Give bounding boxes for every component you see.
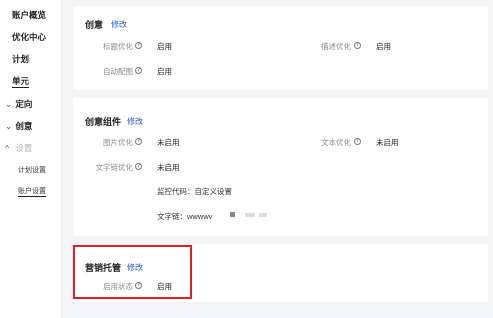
sidebar-item-account-overview[interactable]: 账户概览 (12, 9, 74, 21)
sidebar-item-label: 设置 (15, 143, 33, 153)
text-link-value: 文字链：wwwwv (157, 212, 213, 221)
sidebar-item-plan[interactable]: 计划 (12, 53, 74, 65)
help-icon[interactable]: ? (135, 163, 142, 170)
help-icon[interactable]: ? (354, 42, 361, 49)
chevron-up-icon: ^ (5, 143, 9, 153)
sidebar-item-settings[interactable]: ^ 设置 (5, 142, 67, 154)
field-label: 标题优化 (103, 42, 133, 51)
highlight-annotation-box (73, 245, 192, 299)
sidebar-item-creative[interactable]: ⌄ 创意 (5, 120, 67, 132)
edit-link[interactable]: 修改 (111, 19, 127, 30)
sidebar-item-label: 账户设置 (18, 188, 46, 197)
field-label: 图片优化 (103, 138, 133, 147)
field-value: 未启用 (376, 138, 399, 147)
sidebar-item-plan-settings[interactable]: 计划设置 (18, 165, 80, 175)
field-label: 描述优化 (321, 42, 351, 51)
chevron-down-icon: ⌄ (5, 99, 13, 109)
field-label: 文字链优化 (95, 163, 134, 172)
sidebar-item-label: 单元 (12, 76, 30, 88)
sidebar-item-label: 计划设置 (18, 167, 46, 174)
creative-components-card: 创意组件 修改 图片优化 ? 未启用 文本优化 ? 未启用 文字链优化 ? 未启… (73, 98, 488, 236)
card-title: 创意组件 (85, 117, 122, 127)
chevron-down-icon: ⌄ (5, 121, 13, 131)
redacted-block (259, 213, 267, 217)
sidebar-item-optimization-center[interactable]: 优化中心 (12, 31, 74, 43)
field-value: 未启用 (157, 163, 180, 172)
sidebar-item-targeting[interactable]: ⌄ 定向 (5, 98, 67, 110)
edit-link[interactable]: 修改 (127, 116, 143, 127)
help-icon[interactable]: ? (135, 67, 142, 74)
sidebar-item-label: 优化中心 (12, 32, 47, 42)
field-value: 未启用 (157, 138, 180, 147)
help-icon[interactable]: ? (135, 42, 142, 49)
field-label: 文本优化 (321, 138, 351, 147)
redacted-block (230, 212, 235, 217)
help-icon[interactable]: ? (135, 138, 142, 145)
sidebar-item-unit[interactable]: 单元 (12, 75, 74, 88)
help-icon[interactable]: ? (354, 138, 361, 145)
creative-card: 创意 修改 标题优化 ? 启用 描述优化 ? 启用 自动配图 ? 启用 (73, 6, 488, 90)
field-value: 启用 (157, 42, 172, 51)
redacted-block (245, 213, 255, 217)
card-title: 创意 (85, 20, 104, 30)
sidebar-item-label: 定向 (15, 99, 33, 109)
field-value: 启用 (157, 67, 172, 76)
field-label: 自动配图 (103, 67, 133, 76)
sidebar-item-label: 计划 (12, 54, 30, 64)
field-value: 启用 (376, 42, 391, 51)
sidebar-item-label: 账户概览 (12, 10, 47, 20)
sidebar: 账户概览 优化中心 计划 单元 ⌄ 定向 ⌄ 创意 ^ 设置 计划设置 账户设置 (0, 0, 62, 318)
sidebar-item-account-settings[interactable]: 账户设置 (18, 186, 80, 197)
sidebar-item-label: 创意 (15, 121, 33, 131)
monitor-code-text: 监控代码：自定义设置 (157, 187, 232, 196)
